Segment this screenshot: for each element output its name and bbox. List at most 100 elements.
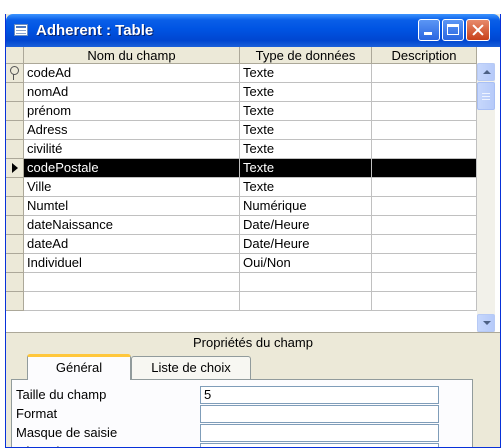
field-name-cell[interactable]: civilité: [24, 140, 240, 159]
data-type-cell[interactable]: Texte: [240, 64, 372, 83]
tab-lookup[interactable]: Liste de choix: [131, 356, 251, 380]
column-header-data-type[interactable]: Type de données: [240, 47, 372, 64]
row-selector[interactable]: [6, 102, 24, 121]
data-type-cell[interactable]: Date/Heure: [240, 235, 372, 254]
row-selector[interactable]: [6, 159, 24, 178]
table-row[interactable]: codeAd Texte: [6, 64, 477, 83]
window-title: Adherent : Table: [36, 22, 154, 39]
table-row[interactable]: prénom Texte: [6, 102, 477, 121]
field-name-cell[interactable]: codeAd: [24, 64, 240, 83]
field-name-cell[interactable]: dateAd: [24, 235, 240, 254]
column-header-description[interactable]: Description: [372, 47, 477, 64]
data-type-cell[interactable]: Oui/Non: [240, 254, 372, 273]
field-grid: Nom du champ Type de données Description…: [6, 47, 500, 332]
table-row[interactable]: Adress Texte: [6, 121, 477, 140]
field-name-cell[interactable]: prénom: [24, 102, 240, 121]
field-name-cell[interactable]: codePostale: [24, 159, 240, 178]
title-bar[interactable]: Adherent : Table: [6, 14, 500, 47]
field-name-cell[interactable]: Numtel: [24, 197, 240, 216]
row-selector[interactable]: [6, 216, 24, 235]
field-properties-panel: Général Liste de choix Taille du champ 5 F…: [11, 352, 500, 447]
field-name-cell[interactable]: Individuel: [24, 254, 240, 273]
data-type-cell[interactable]: Numérique: [240, 197, 372, 216]
field-name-cell[interactable]: [24, 273, 240, 292]
description-cell[interactable]: [372, 273, 477, 292]
row-selector[interactable]: [6, 254, 24, 273]
field-name-cell[interactable]: dateNaissance: [24, 216, 240, 235]
description-cell[interactable]: [372, 292, 477, 311]
row-selector[interactable]: [6, 140, 24, 159]
table-row[interactable]: Ville Texte: [6, 178, 477, 197]
property-value-field[interactable]: [200, 405, 439, 423]
row-selector[interactable]: [6, 178, 24, 197]
row-selector[interactable]: [6, 292, 24, 311]
field-name-cell[interactable]: Adress: [24, 121, 240, 140]
data-type-cell[interactable]: Date/Heure: [240, 216, 372, 235]
data-type-cell[interactable]: Texte: [240, 159, 372, 178]
row-selector[interactable]: [6, 83, 24, 102]
data-type-cell[interactable]: Texte: [240, 102, 372, 121]
field-properties-title: Propriétés du champ: [6, 332, 500, 352]
property-label: Format: [16, 406, 58, 421]
property-value-field[interactable]: 5: [200, 386, 439, 404]
table-design-window: Adherent : Table Nom du champ Type de do…: [5, 14, 501, 448]
description-cell[interactable]: [372, 83, 477, 102]
row-selector-header: [6, 47, 24, 64]
description-cell[interactable]: [372, 216, 477, 235]
table-row[interactable]: dateNaissance Date/Heure: [6, 216, 477, 235]
tab-general[interactable]: Général: [27, 354, 131, 380]
table-row[interactable]: dateAd Date/Heure: [6, 235, 477, 254]
data-type-cell[interactable]: Texte: [240, 83, 372, 102]
scroll-up-icon: [483, 70, 491, 74]
scroll-up-button[interactable]: [477, 63, 495, 81]
minimize-icon: [424, 32, 432, 35]
maximize-icon: [447, 24, 459, 35]
table-row[interactable]: Individuel Oui/Non: [6, 254, 477, 273]
data-type-cell[interactable]: [240, 273, 372, 292]
field-name-cell[interactable]: nomAd: [24, 83, 240, 102]
primary-key-icon: [10, 66, 19, 80]
row-selector[interactable]: [6, 273, 24, 292]
table-row[interactable]: nomAd Texte: [6, 83, 477, 102]
property-label: Taille du champ: [16, 387, 107, 402]
row-selector[interactable]: [6, 235, 24, 254]
general-tab-panel: Taille du champ 5 Format Masque de saisie Lé…: [11, 379, 473, 447]
data-type-cell[interactable]: Texte: [240, 121, 372, 140]
field-name-cell[interactable]: [24, 292, 240, 311]
table-icon: [14, 24, 28, 36]
data-type-cell[interactable]: [240, 292, 372, 311]
data-type-cell[interactable]: Texte: [240, 140, 372, 159]
table-row[interactable]: [6, 292, 477, 311]
description-cell[interactable]: [372, 178, 477, 197]
description-cell[interactable]: [372, 197, 477, 216]
row-selector[interactable]: [6, 121, 24, 140]
table-row[interactable]: codePostale Texte: [6, 159, 477, 178]
description-cell[interactable]: [372, 64, 477, 83]
description-cell[interactable]: [372, 235, 477, 254]
table-row[interactable]: Numtel Numérique: [6, 197, 477, 216]
description-cell[interactable]: [372, 140, 477, 159]
property-value-field[interactable]: [200, 424, 439, 442]
table-row[interactable]: [6, 273, 477, 292]
property-label: Légende: [16, 443, 196, 447]
data-type-cell[interactable]: Texte: [240, 178, 372, 197]
property-label: Masque de saisie: [16, 425, 118, 440]
description-cell[interactable]: [372, 159, 477, 178]
description-cell[interactable]: [372, 254, 477, 273]
row-pointer-icon: [12, 163, 18, 173]
close-button[interactable]: [466, 19, 490, 41]
row-selector[interactable]: [6, 197, 24, 216]
description-cell[interactable]: [372, 121, 477, 140]
scroll-down-icon: [483, 321, 491, 325]
maximize-button[interactable]: [442, 19, 464, 41]
table-row[interactable]: civilité Texte: [6, 140, 477, 159]
vertical-scrollbar[interactable]: [477, 63, 495, 332]
scroll-down-button[interactable]: [477, 314, 495, 332]
field-name-cell[interactable]: Ville: [24, 178, 240, 197]
description-cell[interactable]: [372, 102, 477, 121]
minimize-button[interactable]: [418, 19, 440, 41]
column-header-field-name[interactable]: Nom du champ: [24, 47, 240, 64]
row-selector[interactable]: [6, 64, 24, 83]
scroll-thumb[interactable]: [477, 82, 495, 110]
property-value-field[interactable]: [200, 443, 439, 447]
